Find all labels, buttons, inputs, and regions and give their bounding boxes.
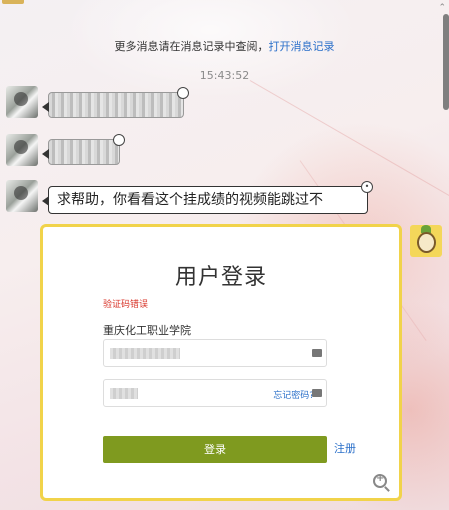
bubble-decoration-icon — [177, 87, 189, 99]
keyboard-icon — [312, 349, 322, 357]
message-timestamp: 15:43:52 — [199, 69, 250, 82]
username-value-blurred — [110, 348, 180, 359]
window-top-bar: ⌃ — [0, 0, 449, 14]
open-history-link[interactable]: 打开消息记录 — [269, 40, 335, 53]
chat-scrollbar[interactable] — [443, 14, 449, 110]
keyboard-icon — [312, 389, 322, 397]
message-history-notice: 更多消息请在消息记录中查阅，打开消息记录 — [0, 38, 449, 54]
login-button: 登录 — [103, 436, 327, 463]
image-message[interactable]: 用户登录 验证码错误 重庆化工职业学院 忘记密码? 登录 注册 — [40, 224, 402, 501]
message-text: 求帮助，你看看这个挂成绩的视频能跳过不 — [57, 192, 323, 208]
notice-text: 更多消息请在消息记录中查阅， — [114, 40, 269, 53]
bubble-decoration-icon — [113, 134, 125, 146]
message-bubble — [42, 87, 189, 118]
school-name: 重庆化工职业学院 — [103, 324, 191, 337]
contact-avatar[interactable] — [6, 86, 38, 118]
forgot-password-link: 忘记密码? — [273, 391, 314, 401]
captcha-error-text: 验证码错误 — [103, 300, 149, 310]
register-link: 注册 — [334, 442, 356, 455]
password-field: 忘记密码? — [103, 379, 327, 407]
password-value-blurred — [110, 388, 138, 399]
login-page-screenshot: 用户登录 验证码错误 重庆化工职业学院 忘记密码? 登录 注册 — [47, 231, 395, 494]
message-bubble — [42, 134, 125, 165]
username-field — [103, 339, 327, 367]
contact-avatar[interactable] — [6, 180, 38, 212]
bubble-decoration-icon: • — [361, 181, 373, 193]
more-icon[interactable]: ⌃ — [438, 3, 446, 13]
bubble-tail — [42, 149, 49, 159]
login-title: 用户登录 — [174, 265, 267, 290]
message-bubble: 求帮助，你看看这个挂成绩的视频能跳过不 • — [42, 181, 373, 214]
contact-avatar[interactable] — [6, 134, 38, 166]
bubble-tail — [42, 102, 49, 112]
window-corner-accent — [2, 0, 24, 4]
zoom-in-icon[interactable] — [373, 473, 387, 488]
bubble-tail — [42, 196, 49, 206]
self-avatar[interactable] — [410, 225, 442, 257]
